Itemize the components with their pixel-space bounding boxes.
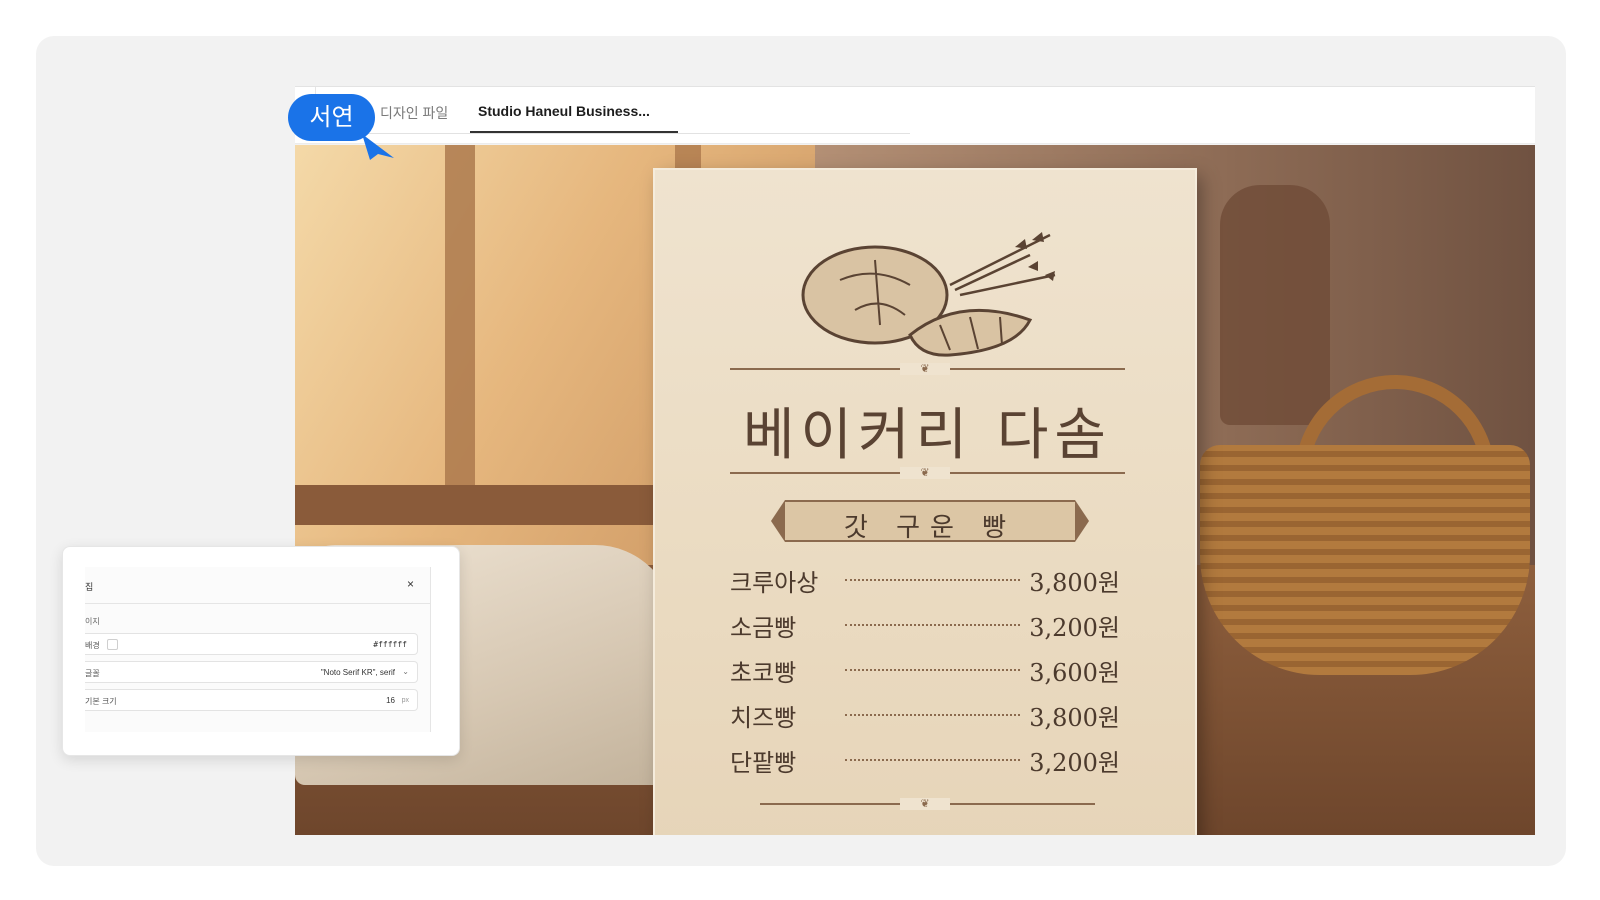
menu-item-name: 소금빵 (730, 614, 797, 642)
background-value: #ffffff (373, 640, 407, 649)
panel-divider (85, 603, 431, 604)
chevron-down-icon[interactable]: ⌄ (402, 667, 409, 676)
tab-design-files[interactable]: 디자인 파일 (380, 103, 448, 123)
menu-item-price: 3,800원 (1029, 704, 1120, 732)
menu-item-name: 크루아상 (730, 569, 819, 597)
menu-item-name: 초코빵 (730, 659, 797, 687)
font-label: 글꼴 (85, 669, 100, 678)
size-value: 16 (386, 696, 395, 705)
tab-bar: 디자인 파일 Studio Haneul Business... (295, 86, 1535, 144)
menu-title[interactable]: 베이커리 다솜 (715, 390, 1140, 471)
bread-illustration-icon (801, 232, 1056, 357)
panel-section-label: 이지 (85, 617, 100, 626)
section-title: 갓 구운 빵 (843, 513, 1017, 543)
wheat-ornament-icon: ❦ (900, 363, 950, 375)
font-value: "Noto Serif KR", serif (320, 668, 395, 677)
size-unit: px (401, 697, 409, 704)
dot-leader (845, 579, 1020, 581)
menu-item-name: 치즈빵 (730, 704, 797, 732)
menu-item[interactable]: 초코빵 3,600원 (730, 653, 1130, 689)
menu-card[interactable]: ❦ 베이커리 다솜 ❦ 갓 구운 빵 크루아상 3,800원 소금빵 3,200… (655, 170, 1195, 835)
cutting-board-image (1220, 185, 1330, 425)
window-frame (445, 145, 475, 495)
wheat-ornament-icon: ❦ (900, 467, 950, 479)
design-canvas[interactable]: ❦ 베이커리 다솜 ❦ 갓 구운 빵 크루아상 3,800원 소금빵 3,200… (295, 145, 1535, 835)
dot-leader (845, 624, 1020, 626)
menu-item-name: 단팥빵 (730, 749, 797, 777)
section-banner[interactable]: 갓 구운 빵 (771, 500, 1089, 543)
background-color-field[interactable]: 배경 #ffffff (85, 633, 418, 655)
wheat-ornament-icon: ❦ (900, 798, 950, 810)
color-swatch[interactable] (107, 639, 118, 650)
dot-leader (845, 714, 1020, 716)
menu-item-price: 3,800원 (1029, 569, 1120, 597)
collaborator-cursor-icon (362, 134, 394, 160)
menu-item[interactable]: 크루아상 3,800원 (730, 563, 1130, 599)
properties-panel-card: 집 × 이지 배경 #ffffff 글꼴 "Noto Serif KR", se… (62, 546, 460, 756)
background-label: 배경 (85, 641, 100, 650)
tab-studio-haneul[interactable]: Studio Haneul Business... (478, 103, 650, 119)
dot-leader (845, 759, 1020, 761)
base-size-field[interactable]: 기본 크기 16 px (85, 689, 418, 711)
panel-title: 집 (85, 582, 94, 592)
close-icon[interactable]: × (407, 577, 414, 591)
menu-item-price: 3,200원 (1029, 614, 1120, 642)
menu-item-price: 3,200원 (1029, 749, 1120, 777)
active-tab-indicator (470, 131, 678, 133)
menu-item[interactable]: 치즈빵 3,800원 (730, 698, 1130, 734)
menu-item[interactable]: 소금빵 3,200원 (730, 608, 1130, 644)
dot-leader (845, 669, 1020, 671)
menu-item[interactable]: 단팥빵 3,200원 (730, 743, 1130, 779)
menu-item-price: 3,600원 (1029, 659, 1120, 687)
size-label: 기본 크기 (85, 697, 117, 706)
tab-rule (315, 133, 910, 134)
properties-panel: 집 × 이지 배경 #ffffff 글꼴 "Noto Serif KR", se… (85, 567, 431, 732)
wicker-basket-image (1200, 445, 1530, 675)
font-family-select[interactable]: 글꼴 "Noto Serif KR", serif ⌄ (85, 661, 418, 683)
